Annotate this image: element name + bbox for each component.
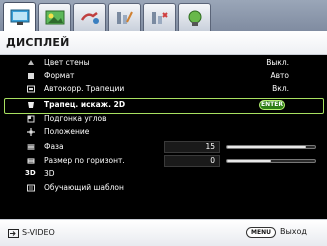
projector-osd-menu: ДИСПЛЕЙ Цвет стены Выкл. Формат Авто Авт…: [0, 0, 327, 246]
keystone-2d-icon: [28, 102, 34, 108]
h-size-slider-fill: [227, 160, 271, 162]
menu-item-aspect-ratio[interactable]: Формат Авто: [0, 70, 327, 83]
menu-item-test-pattern[interactable]: Обучающий шаблон: [0, 182, 327, 195]
menu-item-phase[interactable]: Фаза 15: [0, 141, 327, 154]
information-tab-icon: [188, 10, 202, 26]
source-tab-icon: [80, 12, 99, 24]
menu-item-value: Вкл.: [272, 84, 289, 93]
h-size-slider[interactable]: [226, 159, 316, 163]
wall-color-icon: [28, 60, 34, 65]
menu-panel: Цвет стены Выкл. Формат Авто Автокорр. Т…: [0, 55, 327, 219]
menu-item-label: Положение: [44, 127, 90, 136]
tab-system-advanced[interactable]: [143, 3, 176, 31]
h-size-icon: [27, 158, 35, 164]
test-pattern-icon: [27, 184, 35, 192]
menu-item-label: Автокорр. Трапеции: [44, 84, 125, 93]
menu-item-corner-fit[interactable]: Подгонка углов: [0, 113, 327, 126]
display-tab-icon: [10, 9, 30, 25]
3d-icon: 3D: [25, 169, 36, 177]
system-setup-basic-tab-icon: [117, 11, 133, 24]
page-title: ДИСПЛЕЙ: [6, 36, 70, 49]
auto-keystone-icon: [27, 85, 35, 93]
source-input-icon: [8, 229, 19, 238]
menu-item-label: Размер по горизонт.: [44, 156, 125, 165]
phase-value-box: 15: [164, 141, 220, 153]
h-size-value-box: 0: [164, 155, 220, 167]
tab-source[interactable]: [73, 3, 106, 31]
position-icon: [27, 128, 35, 136]
corner-fit-icon: [27, 115, 35, 123]
phase-value: 15: [205, 142, 215, 151]
status-bar: S-VIDEO MENU Выход: [0, 219, 327, 246]
menu-item-label: Обучающий шаблон: [44, 183, 124, 192]
h-size-value: 0: [210, 156, 215, 165]
title-bar: ДИСПЛЕЙ: [0, 31, 327, 55]
menu-item-h-size[interactable]: Размер по горизонт. 0: [0, 155, 327, 168]
picture-tab-icon: [45, 10, 65, 25]
menu-item-3d[interactable]: 3D 3D: [0, 168, 327, 181]
tab-strip: [0, 0, 327, 32]
menu-item-label: Формат: [44, 71, 75, 80]
exit-label: Выход: [280, 227, 307, 236]
tab-picture[interactable]: [38, 3, 71, 31]
tab-information[interactable]: [178, 3, 211, 31]
phase-slider-fill: [227, 146, 307, 148]
menu-item-label: Цвет стены: [44, 58, 90, 67]
menu-key-badge[interactable]: MENU: [246, 227, 276, 238]
phase-icon: [27, 144, 35, 150]
menu-item-position[interactable]: Положение: [0, 126, 327, 139]
menu-item-auto-keystone[interactable]: Автокорр. Трапеции Вкл.: [0, 83, 327, 96]
menu-item-label: 3D: [44, 169, 55, 178]
menu-item-value: Авто: [270, 71, 289, 80]
menu-item-wall-color[interactable]: Цвет стены Выкл.: [0, 57, 327, 70]
enter-button[interactable]: ENTER: [259, 100, 285, 110]
menu-item-label: Трапец. искаж. 2D: [44, 100, 126, 109]
aspect-ratio-icon: [28, 73, 34, 79]
tab-display[interactable]: [3, 2, 36, 32]
menu-item-label: Подгонка углов: [44, 114, 107, 123]
current-source: S-VIDEO: [22, 228, 55, 237]
menu-item-value: Выкл.: [266, 58, 289, 67]
tab-system-basic[interactable]: [108, 3, 141, 31]
phase-slider[interactable]: [226, 145, 316, 149]
system-setup-advanced-tab-icon: [152, 12, 168, 24]
menu-item-keystone-2d[interactable]: Трапец. искаж. 2D ENTER: [0, 98, 327, 114]
menu-item-label: Фаза: [44, 142, 64, 151]
